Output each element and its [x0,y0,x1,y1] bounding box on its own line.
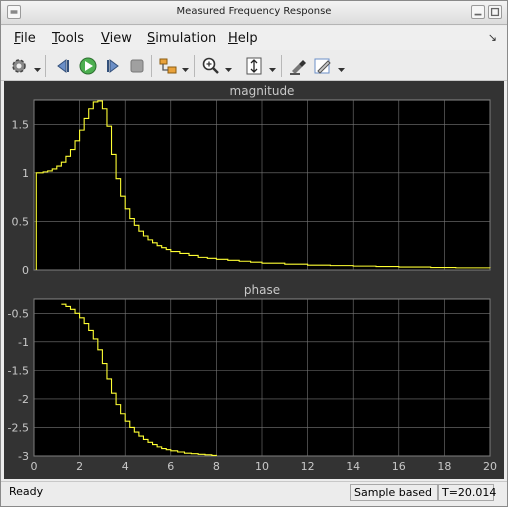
highlight-icon[interactable] [287,55,309,77]
maximize-button[interactable] [488,5,502,19]
x-tick-label: 2 [76,460,83,473]
dock-arrow-icon[interactable]: ↘ [488,31,497,44]
x-tick-label: 16 [392,460,406,473]
y-tick-label: 0.5 [12,215,30,228]
x-tick-label: 0 [31,460,38,473]
menu-help[interactable]: Help [228,31,258,46]
style-icon[interactable] [312,55,334,77]
x-tick-label: 20 [483,460,497,473]
window-title: Measured Frequency Response [176,6,332,17]
scope-display: magnitude 0 0.5 1 1.5 phase 0 2 4 6 8 10 12 14 16 18 20 -… [4,81,504,479]
status-bar: Ready Sample based T=20.014 [1,481,507,506]
menu-tools[interactable]: Tools [52,31,84,46]
toolbar-separator [281,55,282,77]
scope-window: Measured Frequency Response File Tools V… [0,0,508,507]
y-tick-label: 1 [22,167,29,180]
zoom-in-icon[interactable] [200,55,222,77]
toolbar-separator [194,55,195,77]
x-tick-label: 18 [437,460,451,473]
menu-bar: File Tools View Simulation Help ↘ [1,26,507,50]
x-tick-label: 8 [213,460,220,473]
y-tick-label: -3 [18,450,29,463]
y-tick-label: 1.5 [12,118,30,131]
step-back-icon[interactable] [52,55,74,77]
status-ready: Ready [9,485,44,498]
style-dropdown-icon[interactable] [338,62,345,72]
y-tick-label: -1 [18,336,29,349]
x-tick-label: 4 [122,460,129,473]
menu-simulation[interactable]: Simulation [147,31,216,46]
title-bar: Measured Frequency Response [1,1,507,25]
status-mode: Sample based [350,484,438,501]
minimize-button[interactable] [471,5,485,19]
plot-title: magnitude [230,84,295,98]
maximize-icon [490,7,500,17]
gear-icon[interactable] [8,55,30,77]
signal-selector-dropdown-icon[interactable] [182,62,189,72]
y-tick-label: -2.5 [8,421,29,434]
toolbar-separator [151,55,152,77]
stop-icon[interactable] [126,55,148,77]
plot-title: phase [244,283,280,297]
menu-file[interactable]: File [14,31,36,46]
scale-axes-icon[interactable] [243,55,265,77]
x-tick-label: 10 [255,460,269,473]
y-tick-label: -1.5 [8,364,29,377]
scale-axes-dropdown-icon[interactable] [269,62,276,72]
y-tick-label: 0 [22,264,29,277]
y-tick-label: -2 [18,393,29,406]
x-tick-label: 6 [167,460,174,473]
y-tick-label: -0.5 [8,307,29,320]
menu-view[interactable]: View [101,31,132,46]
toolbar [1,51,507,81]
x-tick-label: 14 [346,460,360,473]
signal-selector-icon[interactable] [157,55,179,77]
step-forward-icon[interactable] [102,55,124,77]
scope-plots: magnitude 0 0.5 1 1.5 phase 0 2 4 6 8 10 12 14 16 18 20 -… [8,84,497,473]
minimize-icon [474,13,482,16]
toolbar-separator [45,55,46,77]
run-icon[interactable] [77,55,99,77]
gear-dropdown-icon[interactable] [34,62,41,72]
zoom-dropdown-icon[interactable] [225,62,232,72]
status-time: T=20.014 [438,484,496,501]
x-tick-label: 12 [301,460,315,473]
